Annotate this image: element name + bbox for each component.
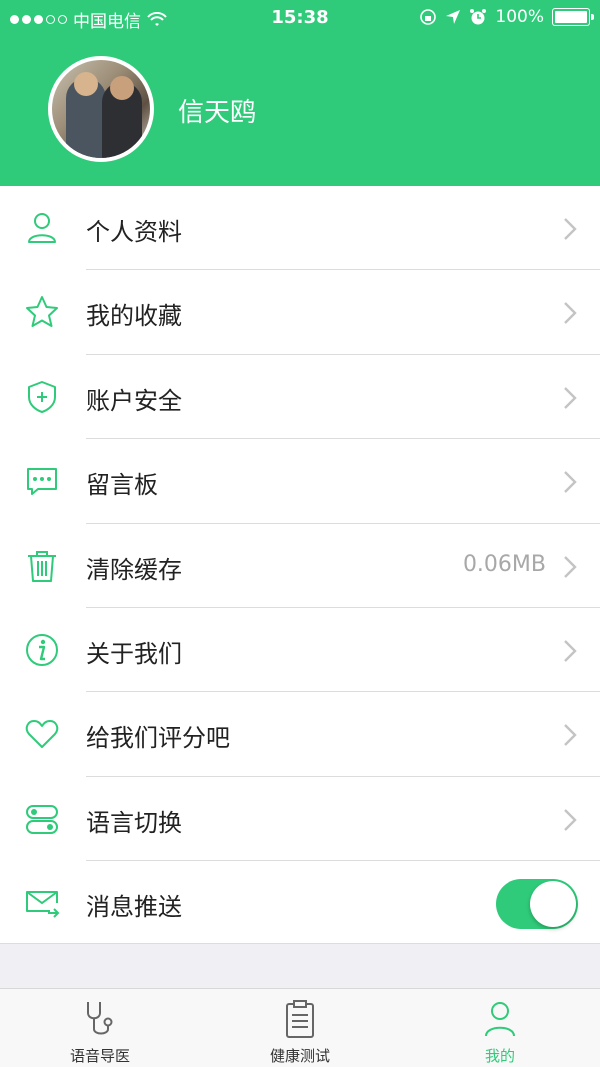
chevron-right-icon	[564, 218, 577, 240]
info-icon	[24, 632, 60, 668]
avatar[interactable]	[48, 56, 154, 162]
chevron-right-icon	[564, 302, 577, 325]
status-bar: 中国电信 15:38 100%	[0, 0, 600, 36]
settings-menu: 个人资料 我的收藏 账户安全 留言板 清除缓存 0.06MB 关于我们 给我们评…	[0, 186, 600, 946]
menu-item-label: 语言切换	[86, 808, 182, 837]
menu-item-label: 关于我们	[86, 639, 182, 668]
person-icon	[485, 1002, 515, 1037]
battery-percent: 100%	[495, 7, 544, 27]
menu-item-message-board[interactable]: 留言板	[0, 439, 600, 524]
menu-item-profile[interactable]: 个人资料	[0, 186, 600, 271]
chevron-right-icon	[564, 386, 577, 409]
username: 信天鸥	[178, 98, 257, 128]
tab-label: 我的	[484, 1047, 515, 1065]
battery-icon	[552, 8, 594, 26]
menu-item-push-notifications: 消息推送	[0, 861, 600, 945]
menu-item-about[interactable]: 关于我们	[0, 608, 600, 693]
heart-icon	[24, 716, 60, 752]
location-icon	[446, 10, 461, 24]
rotation-lock-icon	[420, 9, 437, 25]
tab-label: 语音导医	[69, 1047, 130, 1065]
tab-bar: 语音导医 健康测试 我的	[0, 988, 600, 1067]
trash-icon	[24, 548, 60, 584]
menu-item-label: 消息推送	[86, 893, 182, 922]
switch-icon	[24, 801, 60, 837]
tab-health-test[interactable]: 健康测试	[200, 989, 400, 1067]
menu-item-label: 我的收藏	[86, 302, 182, 331]
chevron-right-icon	[564, 640, 577, 662]
star-icon	[24, 294, 60, 330]
chevron-right-icon	[564, 808, 577, 831]
menu-item-label: 留言板	[86, 471, 158, 500]
status-right: 100%	[419, 7, 594, 27]
push-toggle[interactable]	[496, 879, 578, 930]
shield-icon	[24, 379, 60, 415]
tab-voice-guide[interactable]: 语音导医	[0, 989, 200, 1067]
menu-item-clear-cache[interactable]: 清除缓存 0.06MB	[0, 524, 600, 608]
cache-size: 0.06MB	[462, 551, 546, 577]
message-icon	[24, 463, 60, 499]
menu-item-label: 清除缓存	[86, 555, 182, 584]
tab-mine[interactable]: 我的	[400, 989, 600, 1067]
mail-icon	[24, 885, 60, 921]
stethoscope-icon	[87, 1002, 113, 1035]
menu-item-label: 给我们评分吧	[86, 724, 230, 753]
menu-item-rate-us[interactable]: 给我们评分吧	[0, 692, 600, 777]
menu-item-security[interactable]: 账户安全	[0, 355, 600, 440]
profile-header: 信天鸥	[0, 36, 600, 186]
tab-label: 健康测试	[269, 1047, 330, 1065]
menu-item-label: 个人资料	[86, 218, 182, 246]
toggle-knob	[530, 881, 576, 928]
menu-item-language[interactable]: 语言切换	[0, 777, 600, 862]
person-icon	[24, 210, 60, 246]
chevron-right-icon	[564, 724, 577, 747]
chevron-right-icon	[564, 555, 577, 578]
section-gap	[0, 943, 600, 988]
alarm-icon	[470, 9, 487, 25]
clipboard-icon	[286, 1000, 314, 1038]
chevron-right-icon	[564, 471, 577, 494]
menu-item-label: 账户安全	[86, 386, 182, 415]
menu-item-favorites[interactable]: 我的收藏	[0, 270, 600, 355]
